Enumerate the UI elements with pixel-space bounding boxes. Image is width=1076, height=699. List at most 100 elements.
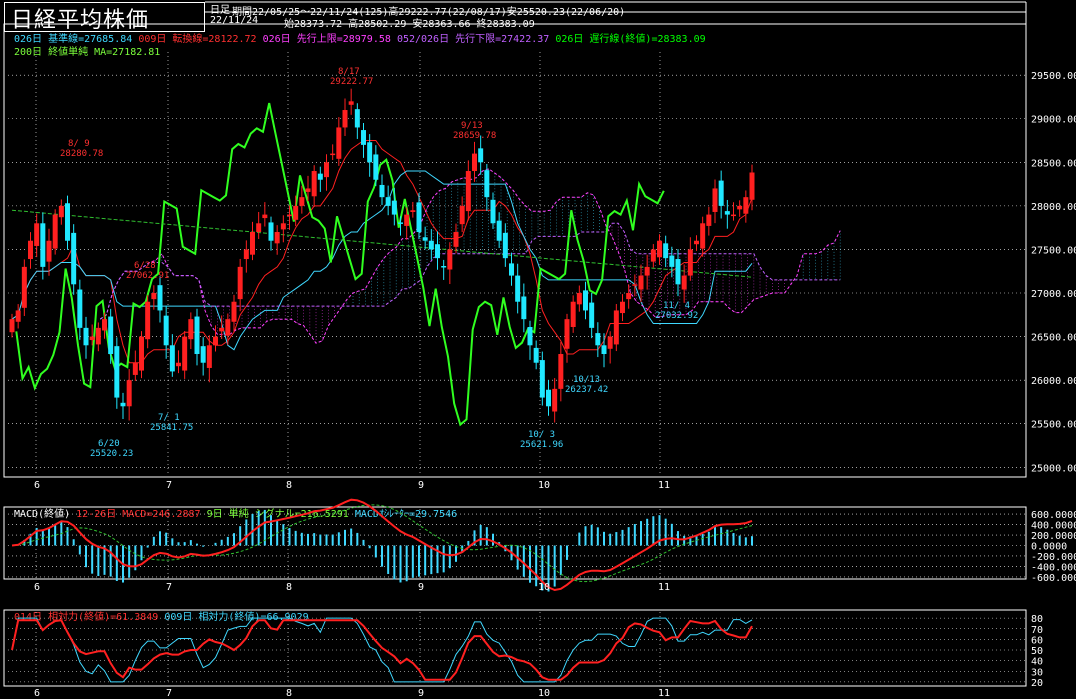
candle-body	[496, 220, 502, 241]
candle-body	[330, 153, 336, 156]
x-month-label: 10	[538, 480, 550, 491]
candles	[9, 88, 755, 423]
x-month-label: 10	[538, 688, 550, 699]
candle-body	[422, 237, 428, 241]
main-y-tick-label: 29500.00	[1031, 71, 1076, 82]
candle-body	[287, 214, 292, 217]
candle-body	[348, 101, 354, 105]
x-month-label: 9	[418, 480, 424, 491]
candle-body	[89, 336, 95, 341]
x-month-label: 6	[34, 582, 40, 593]
candle-body	[15, 310, 21, 322]
annotation-date: 8/17	[338, 67, 360, 77]
main-y-tick-label: 25500.00	[1031, 420, 1076, 431]
candle-body	[706, 214, 712, 226]
candle-body	[718, 180, 724, 206]
macd-y-tick-label: -600.0000	[1031, 573, 1076, 584]
rsi-y-tick-label: 60	[1031, 635, 1043, 646]
candle-body	[213, 336, 218, 346]
candle-body	[441, 266, 447, 268]
candle-body	[626, 293, 632, 300]
candle-body	[83, 327, 89, 346]
candle-body	[219, 327, 225, 332]
candle-body	[311, 171, 317, 197]
annotation-value: 29222.77	[330, 77, 373, 87]
annotation-date: 10/13	[573, 375, 600, 385]
candle-body	[34, 223, 40, 246]
annotation-value: 27062.91	[126, 271, 169, 281]
candle-body	[570, 301, 576, 327]
annotation-date: 9/13	[461, 121, 483, 131]
x-month-label: 10	[538, 582, 550, 593]
candle-body	[749, 172, 755, 200]
x-month-label: 8	[286, 688, 292, 699]
rsi-y-tick-label: 30	[1031, 667, 1043, 678]
rsi-y-tick-label: 80	[1031, 614, 1043, 625]
annotation-date: 7/ 1	[158, 413, 180, 423]
candle-body	[478, 148, 484, 163]
annotation-date: 8/ 9	[68, 139, 90, 149]
main-panel-frame	[3, 23, 1027, 478]
macd-y-tick-label: 0.0000	[1031, 542, 1067, 553]
candle-body	[632, 284, 638, 286]
main-y-tick-label: 27500.00	[1031, 245, 1076, 256]
candle-body	[650, 249, 656, 262]
macd-y-tick-label: 400.0000	[1031, 521, 1076, 532]
candle-body	[46, 240, 52, 262]
candle-body	[502, 232, 508, 259]
candle-body	[379, 184, 385, 198]
candle-body	[237, 266, 243, 300]
candle-body	[398, 222, 403, 224]
candle-body	[342, 110, 348, 128]
candle-body	[576, 293, 582, 305]
candle-body	[157, 285, 163, 311]
candle-body	[410, 210, 416, 212]
candle-body	[21, 266, 27, 308]
annotation-date: 11/ 4	[663, 301, 690, 311]
candle-body	[71, 232, 77, 285]
candle-body	[231, 301, 237, 322]
candle-body	[509, 263, 514, 276]
candle-body	[95, 327, 101, 345]
candle-body	[243, 249, 249, 260]
candle-body	[700, 223, 706, 249]
main-y-tick-label: 29000.00	[1031, 115, 1076, 126]
candle-body	[416, 202, 422, 233]
macd-y-tick-label: -200.0000	[1031, 552, 1076, 563]
candle-body	[515, 275, 521, 302]
candle-body	[206, 345, 212, 368]
candle-body	[274, 232, 280, 244]
candle-body	[743, 197, 749, 214]
candle-body	[533, 347, 539, 363]
candle-body	[250, 232, 255, 255]
candle-body	[601, 345, 607, 355]
candle-body	[687, 249, 693, 276]
x-month-label: 7	[166, 582, 172, 593]
candle-body	[151, 293, 157, 300]
candle-body	[367, 142, 373, 163]
main-y-tick-label: 28500.00	[1031, 158, 1076, 169]
x-month-label: 9	[418, 582, 424, 593]
candle-body	[546, 389, 551, 407]
candle-body	[552, 388, 558, 412]
candle-body	[9, 319, 15, 333]
candle-body	[361, 130, 366, 145]
candle-body	[669, 255, 675, 267]
candle-body	[182, 336, 188, 371]
candle-body	[465, 171, 471, 212]
candle-body	[373, 154, 379, 180]
candle-body	[589, 302, 595, 328]
x-month-label: 11	[658, 480, 670, 491]
candle-body	[299, 197, 305, 206]
macd-y-tick-label: -400.0000	[1031, 562, 1076, 573]
x-month-label: 9	[418, 688, 424, 699]
candle-body	[280, 223, 286, 230]
annotation-value: 28280.78	[60, 149, 103, 159]
chart-canvas: 8/ 928280.78 8/1729222.77 9/1328659.78 6/28…	[3, 1, 1076, 699]
x-month-label: 11	[658, 688, 670, 699]
candle-body	[114, 346, 120, 398]
main-y-tick-label: 25000.00	[1031, 463, 1076, 474]
candle-body	[126, 380, 132, 407]
candle-body	[145, 301, 151, 340]
x-month-label: 6	[34, 480, 40, 491]
